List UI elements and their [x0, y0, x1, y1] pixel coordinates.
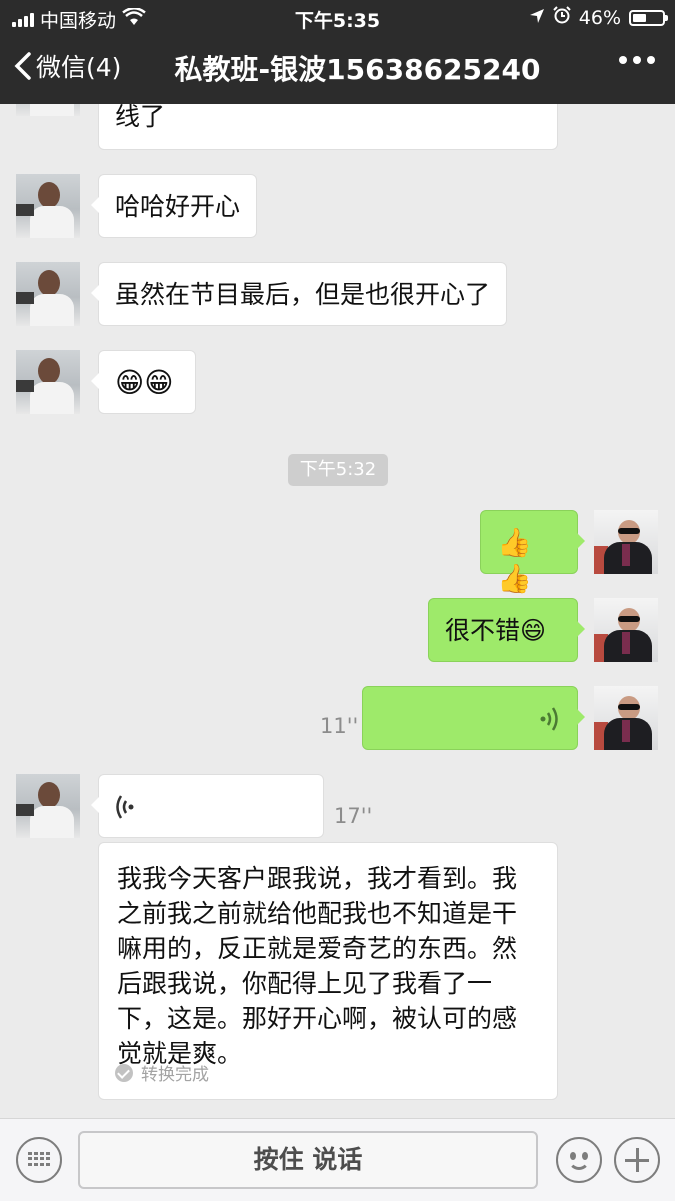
voice-wave-icon: [116, 795, 134, 819]
message-bubble[interactable]: 哈哈好开心: [90, 174, 258, 238]
avatar-self[interactable]: [594, 686, 658, 750]
chat-title: 私教班-银波15638625240: [174, 53, 541, 86]
message-bubble-sent[interactable]: 很不错😄: [428, 598, 585, 662]
input-bar: 按住 说话: [0, 1118, 675, 1201]
plus-icon[interactable]: [614, 1137, 660, 1183]
avatar-contact[interactable]: [16, 174, 80, 238]
keyboard-icon[interactable]: [16, 1137, 62, 1183]
voice-wave-icon: [540, 707, 558, 731]
message-text: 哈哈好开心: [115, 192, 241, 221]
check-icon: [115, 1063, 133, 1082]
alarm-icon: [553, 6, 571, 29]
transcript-status: 转换完成: [115, 1060, 209, 1085]
voice-message-received[interactable]: [91, 774, 324, 838]
message-text: 虽然在节目最后，但是也很开心了: [115, 280, 491, 309]
avatar-contact[interactable]: [16, 262, 80, 326]
transcript-status-label: 转换完成: [141, 1065, 209, 1085]
voice-duration: 11'': [320, 714, 359, 738]
back-chevron-icon: [14, 52, 31, 80]
voice-message-sent[interactable]: [362, 686, 585, 750]
transcript-text: 我我今天客户跟我说，我才看到。我之前我之前就给他配我也不知道是干嘛用的，反正就是…: [117, 864, 518, 1068]
emoji-icon[interactable]: [556, 1137, 602, 1183]
grin-emoji-icon: 😁😁: [115, 366, 174, 399]
message-bubble-sent[interactable]: 👍👍: [480, 510, 585, 595]
message-bubble[interactable]: 虽然在节目最后，但是也很开心了: [90, 262, 508, 326]
battery-percent: 46%: [578, 6, 621, 29]
message-bubble[interactable]: 线了: [98, 104, 558, 150]
avatar-self[interactable]: [594, 510, 658, 574]
avatar-contact[interactable]: [16, 774, 80, 838]
hold-to-talk-button[interactable]: 按住 说话: [78, 1131, 538, 1189]
chat-area[interactable]: 线了 哈哈好开心 虽然在节目最后，但是也很开心了 😁😁 下午5:32 👍👍 很不…: [0, 104, 675, 1118]
battery-icon: [629, 9, 668, 26]
message-text: 线了: [115, 104, 166, 131]
message-bubble[interactable]: 😁😁: [91, 350, 196, 414]
thumbs-up-emoji-icon: 👍👍: [497, 526, 532, 595]
top-bar: 中国移动 下午5:35 46% 微信(4) 私教班-银波15638625240: [0, 0, 675, 104]
more-icon[interactable]: [619, 56, 655, 64]
avatar-contact[interactable]: [16, 350, 80, 414]
location-icon: [529, 7, 545, 29]
timestamp-divider: 下午5:32: [288, 454, 388, 486]
nav-bar: 微信(4) 私教班-银波15638625240: [0, 34, 675, 104]
voice-transcript[interactable]: 我我今天客户跟我说，我才看到。我之前我之前就给他配我也不知道是干嘛用的，反正就是…: [98, 842, 558, 1100]
avatar-contact[interactable]: [16, 104, 80, 116]
voice-duration: 17'': [334, 804, 373, 828]
avatar-self[interactable]: [594, 598, 658, 662]
back-label: 微信(4): [36, 53, 122, 82]
back-button[interactable]: 微信(4): [14, 48, 121, 84]
message-text: 很不错😄: [445, 616, 547, 645]
status-bar: 中国移动 下午5:35 46%: [0, 0, 675, 34]
